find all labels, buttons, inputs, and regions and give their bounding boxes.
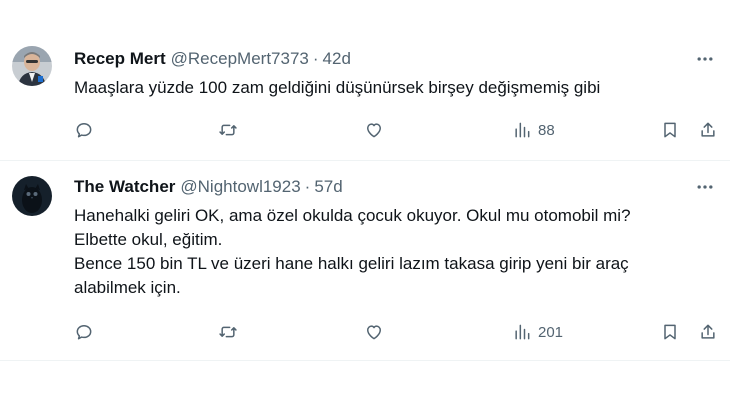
separator-dot: · [304,177,311,196]
tweet-text: Hanehalki geliri OK, ama özel okulda çoc… [74,204,714,300]
tweet-age[interactable]: 42d [323,49,351,69]
views-count: 201 [538,323,564,341]
tweet-text-line: Bence 150 bin TL ve üzeri hane halkı gel… [74,254,629,273]
more-options-button[interactable] [694,48,716,70]
owl-avatar-icon [12,176,52,216]
display-name[interactable]: The Watcher [74,177,175,197]
like-icon [367,325,381,340]
reply-icon [76,325,92,340]
avatar[interactable] [12,46,52,86]
user-photo-icon [12,46,52,86]
tweet-divider [0,360,730,361]
more-options-button[interactable] [694,176,716,198]
retweet-button[interactable] [218,320,238,344]
more-icon [697,57,713,61]
tweet-text-line: Hanehalki geliri OK, ama özel okulda çoc… [74,206,631,225]
avatar[interactable] [12,176,52,216]
retweet-button[interactable] [218,118,238,142]
bookmark-button[interactable] [660,320,680,344]
share-icon [701,122,715,137]
tweet-text-line: Maaşlara yüzde 100 zam geldiğini düşünür… [74,78,601,97]
tweet[interactable]: Recep Mert @RecepMert7373 · 42d Maaşlara… [0,0,730,160]
tweet-actions: 88 [74,118,720,142]
display-name[interactable]: Recep Mert [74,49,166,69]
tweet[interactable]: The Watcher @Nightowl1923 · 57d Hanehalk… [0,160,730,360]
bookmark-icon [664,122,676,138]
views-button[interactable]: 201 [512,320,563,344]
tweet-text: Maaşlara yüzde 100 zam geldiğini düşünür… [74,76,714,100]
reply-icon [76,123,92,138]
bookmark-button[interactable] [660,118,680,142]
separator-dot: · [312,49,319,68]
reply-button[interactable] [74,320,94,344]
reply-button[interactable] [74,118,94,142]
share-button[interactable] [698,118,718,142]
retweet-icon [219,124,237,136]
tweet-header: The Watcher @Nightowl1923 · 57d [74,176,343,198]
retweet-icon [219,326,237,338]
tweet-text-line: Elbette okul, eğitim. [74,230,223,249]
tweet-header: Recep Mert @RecepMert7373 · 42d [74,48,351,70]
views-icon [515,324,530,340]
user-handle[interactable]: @RecepMert7373 [171,49,309,69]
like-button[interactable] [364,320,384,344]
views-count: 88 [538,121,555,139]
tweet-text-line: alabilmek için. [74,278,181,297]
share-icon [701,324,715,339]
user-handle[interactable]: @Nightowl1923 [180,177,300,197]
bookmark-icon [664,324,676,340]
like-icon [367,123,381,138]
like-button[interactable] [364,118,384,142]
views-button[interactable]: 88 [512,118,555,142]
tweet-actions: 201 [74,320,720,344]
more-icon [697,185,713,189]
views-icon [515,122,530,138]
tweet-age[interactable]: 57d [314,177,342,197]
share-button[interactable] [698,320,718,344]
